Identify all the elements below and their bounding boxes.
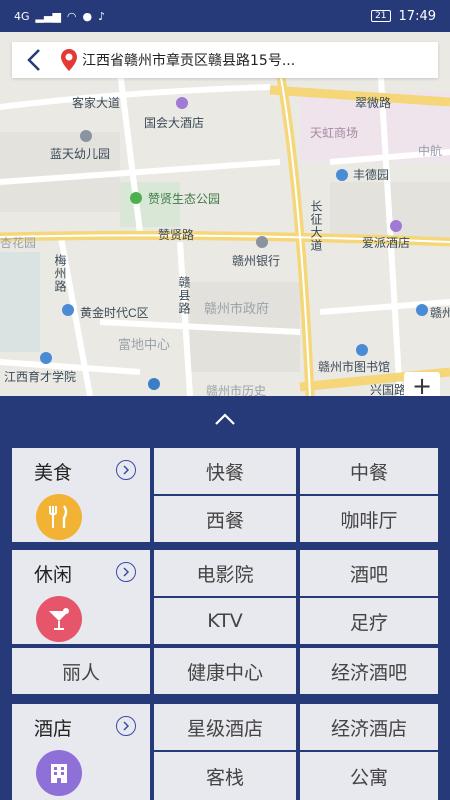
clock: 17:49 <box>398 8 436 24</box>
chevron-up-icon <box>215 413 235 425</box>
music-icon: ♪ <box>98 9 106 23</box>
map-label-kejia-avenue: 客家大道 <box>72 96 121 110</box>
school-poi-icon-2 <box>40 352 52 364</box>
map-label-guohui-hotel: 国会大酒店 <box>144 116 205 130</box>
map-view[interactable]: 客家大道 国会大酒店 翠微路 天虹商场 中航 蓝天幼儿园 丰德园 赞贤生态公园 … <box>0 32 450 396</box>
address-text[interactable]: 江西省赣州市章贡区赣县路15号... <box>82 50 295 70</box>
map-label-fudi-center: 富地中心 <box>118 337 171 352</box>
collapse-handle[interactable] <box>0 396 450 442</box>
battery-icon: 21 <box>371 10 391 22</box>
school-poi-icon <box>80 130 92 142</box>
category-item-western-food[interactable]: 西餐 <box>154 496 296 542</box>
network-label: 4G <box>14 9 30 23</box>
hotel-poi-icon-2 <box>390 220 402 232</box>
park-poi-icon <box>130 192 142 204</box>
category-hotel[interactable]: 酒店 <box>12 704 150 800</box>
category-food-title: 美食 <box>34 462 73 484</box>
wifi-icon: ◠ <box>66 9 77 23</box>
category-food[interactable]: 美食 <box>12 448 150 542</box>
hotel-poi-icon <box>176 97 188 109</box>
chevron-right-icon[interactable] <box>116 460 136 480</box>
category-grid: 美食 快餐 中餐 西餐 咖啡厅 休闲 电影院 酒吧 KTV 足疗 丽人 健康中心… <box>0 442 450 800</box>
status-bar: 4G ▂▄▆ ◠ ● ♪ 21 17:49 <box>0 0 450 32</box>
map-label-ganzhou-edge: 赣州 <box>430 306 450 320</box>
map-label-zanxian-park: 赞贤生态公园 <box>148 192 221 206</box>
map-label-changzheng-avenue: 长征大道 <box>309 200 323 252</box>
map-label-ganxian-road: 赣县路 <box>177 276 191 315</box>
chevron-right-icon[interactable] <box>116 716 136 736</box>
map-label-tianhong-mall: 天虹商场 <box>310 126 359 140</box>
bank-poi-icon <box>256 236 268 248</box>
category-item-star-hotel[interactable]: 星级酒店 <box>154 704 296 750</box>
map-label-huangjin-times: 黄金时代C区 <box>80 306 149 320</box>
building-icon <box>36 750 82 796</box>
map-canvas <box>0 32 450 396</box>
signal-icon: ▂▄▆ <box>35 9 61 23</box>
map-label-ganzhou-bank: 赣州银行 <box>232 254 281 268</box>
map-label-xinghuayuan: 杏花园 <box>0 236 37 250</box>
category-item-cinema[interactable]: 电影院 <box>154 550 296 596</box>
library-poi-icon <box>356 344 368 356</box>
telecom-poi-icon <box>148 378 160 390</box>
category-item-cafe[interactable]: 咖啡厅 <box>300 496 438 542</box>
map-label-ganzhou-gov: 赣州市政府 <box>204 301 270 316</box>
map-label-ganzhou-library: 赣州市图书馆 <box>318 360 391 374</box>
category-item-economy-hotel[interactable]: 经济酒店 <box>300 704 438 750</box>
map-label-meizhou-road: 梅州路 <box>53 254 67 293</box>
map-label-ganzhou-history: 赣州市历史 <box>206 384 267 396</box>
status-left: 4G ▂▄▆ ◠ ● ♪ <box>14 10 105 23</box>
map-label-aipai-hotel: 爱派酒店 <box>362 236 411 250</box>
map-label-zanxian-road: 赞贤路 <box>158 228 195 242</box>
category-item-chinese-food[interactable]: 中餐 <box>300 448 438 494</box>
fork-knife-icon <box>36 494 82 540</box>
category-item-fast-food[interactable]: 快餐 <box>154 448 296 494</box>
back-button[interactable] <box>12 42 56 78</box>
location-pin-icon <box>56 42 82 78</box>
residence-poi-icon-2 <box>62 304 74 316</box>
category-item-ktv[interactable]: KTV <box>154 598 296 644</box>
map-label-cuiwei-road: 翠微路 <box>355 96 392 110</box>
category-item-foot-massage[interactable]: 足疗 <box>300 598 438 644</box>
category-item-health-center[interactable]: 健康中心 <box>154 648 296 694</box>
category-hotel-title: 酒店 <box>34 718 73 740</box>
status-right: 21 17:49 <box>371 9 436 24</box>
category-item-economy-bar[interactable]: 经济酒吧 <box>300 648 438 694</box>
map-label-yucai-school: 江西育才学院 <box>4 370 77 384</box>
map-label-fengde-garden: 丰德园 <box>353 168 390 182</box>
residence-poi-icon <box>336 169 348 181</box>
back-arrow-icon <box>27 49 40 71</box>
message-icon: ● <box>82 9 93 23</box>
category-item-apartment[interactable]: 公寓 <box>300 752 438 800</box>
map-label-zhonghang: 中航 <box>418 144 443 158</box>
map-label-xingguo-road: 兴国路 <box>370 383 407 396</box>
chevron-right-icon[interactable] <box>116 562 136 582</box>
category-item-bar[interactable]: 酒吧 <box>300 550 438 596</box>
residence-poi-icon-3 <box>416 304 428 316</box>
cocktail-icon <box>36 596 82 642</box>
address-bar: 江西省赣州市章贡区赣县路15号... <box>12 42 438 78</box>
category-leisure-title: 休闲 <box>34 564 73 586</box>
category-item-inn[interactable]: 客栈 <box>154 752 296 800</box>
category-item-beauty[interactable]: 丽人 <box>12 648 150 694</box>
category-leisure[interactable]: 休闲 <box>12 550 150 644</box>
map-label-lantian-kindergarten: 蓝天幼儿园 <box>50 147 111 161</box>
